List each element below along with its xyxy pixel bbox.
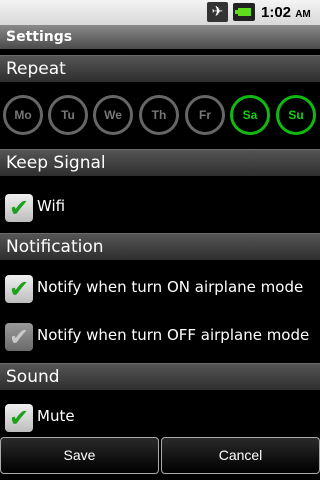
page-title: Settings xyxy=(6,29,73,45)
option-notify-on[interactable]: ✔ Notify when turn ON airplane mode xyxy=(0,267,320,311)
battery-icon xyxy=(233,3,255,21)
section-header-repeat: Repeat xyxy=(0,55,320,82)
notify-on-checkbox[interactable]: ✔ xyxy=(5,275,33,303)
day-tu[interactable]: Tu xyxy=(48,95,88,135)
option-notify-off[interactable]: ✔ Notify when turn OFF airplane mode xyxy=(0,315,320,359)
days-row: Mo Tu We Th Fr Sa Su xyxy=(0,91,320,145)
mute-label: Mute xyxy=(37,407,75,425)
clock: 1:02 AM xyxy=(261,4,311,21)
mute-checkbox[interactable]: ✔ xyxy=(5,404,33,432)
cancel-button[interactable]: Cancel xyxy=(161,437,320,474)
title-bar: Settings xyxy=(0,25,320,49)
day-su[interactable]: Su xyxy=(276,95,316,135)
airplane-mode-icon: ✈ xyxy=(207,2,228,22)
day-sa[interactable]: Sa xyxy=(230,95,270,135)
day-mo[interactable]: Mo xyxy=(3,95,43,135)
day-we[interactable]: We xyxy=(93,95,133,135)
day-th[interactable]: Th xyxy=(139,95,179,135)
status-bar: ✈ 1:02 AM xyxy=(0,0,320,25)
wifi-checkbox[interactable]: ✔ xyxy=(5,194,33,222)
section-header-keep-signal: Keep Signal xyxy=(0,149,320,176)
notify-on-label: Notify when turn ON airplane mode xyxy=(37,278,304,296)
option-wifi[interactable]: ✔ Wifi xyxy=(0,186,320,230)
notify-off-checkbox[interactable]: ✔ xyxy=(5,323,33,351)
notify-off-label: Notify when turn OFF airplane mode xyxy=(37,326,310,344)
wifi-label: Wifi xyxy=(37,197,66,215)
save-button[interactable]: Save xyxy=(0,437,159,474)
section-header-sound: Sound xyxy=(0,363,320,390)
button-bar: Save Cancel xyxy=(0,435,320,480)
section-header-notification: Notification xyxy=(0,233,320,260)
day-fr[interactable]: Fr xyxy=(185,95,225,135)
option-mute[interactable]: ✔ Mute xyxy=(0,396,320,440)
